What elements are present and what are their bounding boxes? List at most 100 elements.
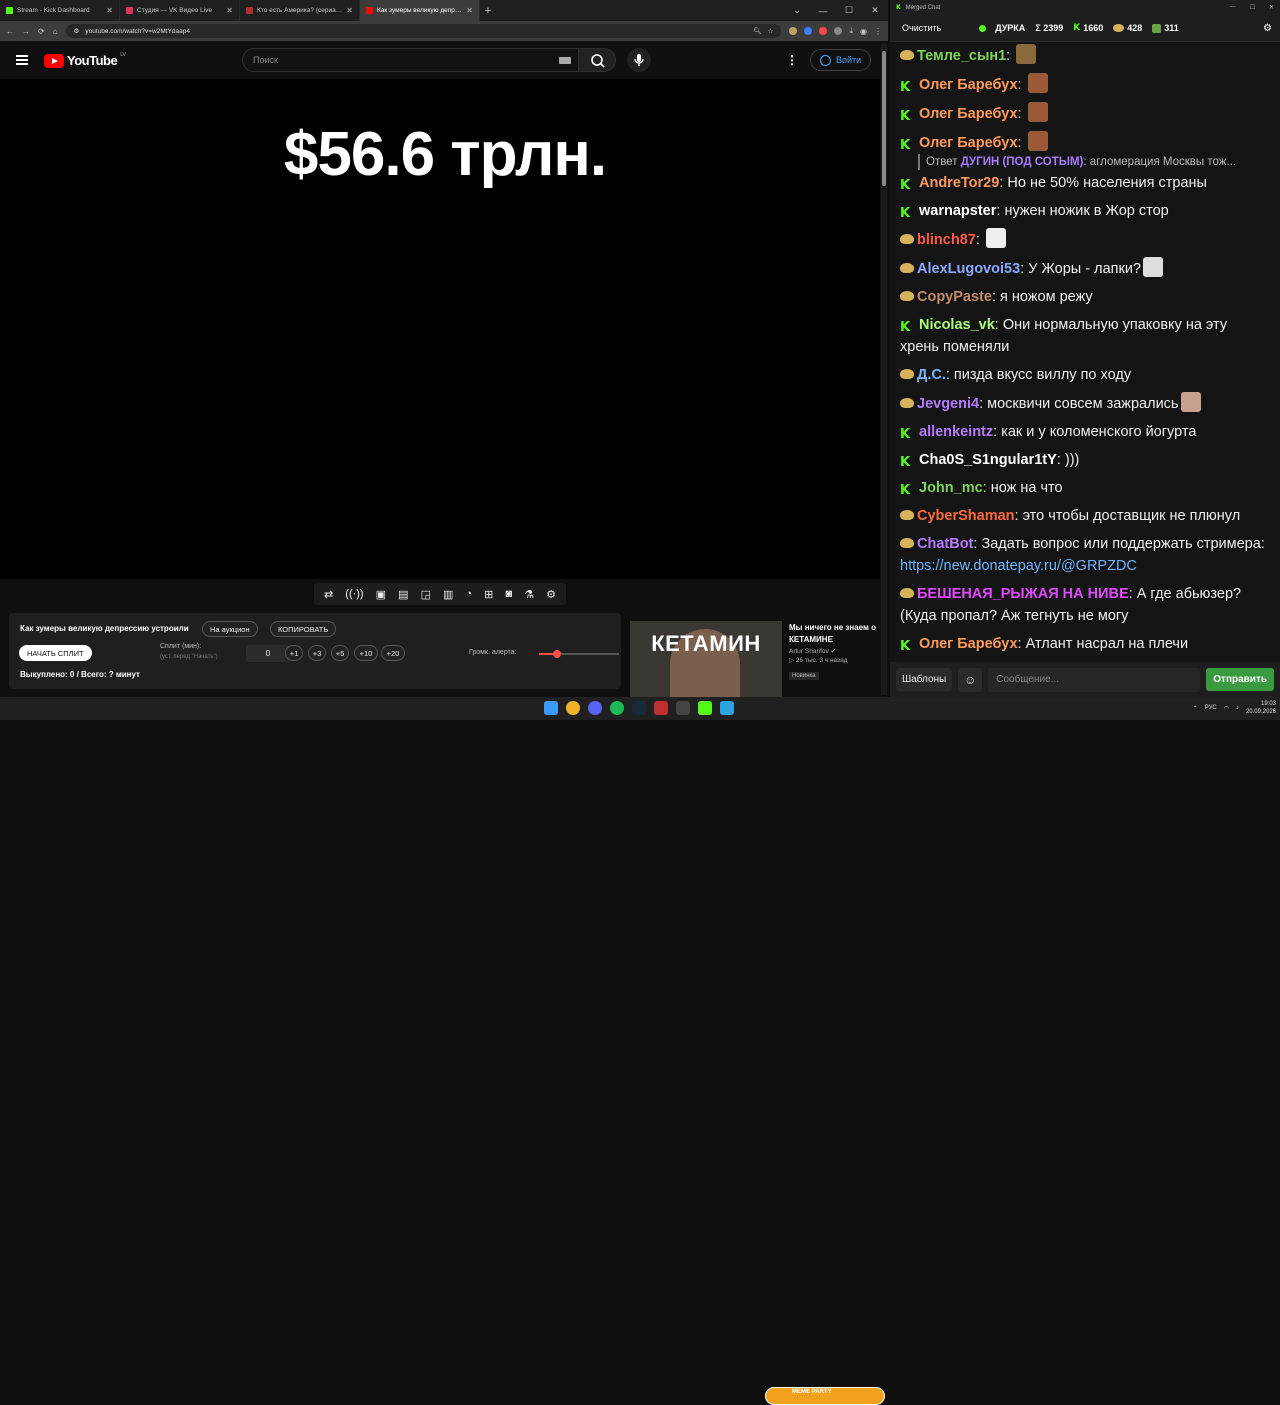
chrome-icon[interactable] [566,701,580,715]
home-icon[interactable]: ⌂ [53,27,58,36]
close-tab-icon[interactable]: ✕ [106,6,113,15]
extension-icon[interactable] [834,27,843,35]
scrollbar-thumb[interactable] [882,51,886,186]
chat-username[interactable]: БЕШЕНАЯ_РЫЖАЯ НА НИВЕ [917,586,1129,602]
chat-username[interactable]: Jevgeni4 [917,396,979,412]
recommended-author[interactable]: Artur Sharifov ✔ [789,647,879,655]
chat-username[interactable]: Темле_сын1 [917,48,1006,64]
reload-icon[interactable]: ⟳ [38,27,45,36]
video-player[interactable]: $56.6 трлн. [0,79,880,579]
slider-knob[interactable] [553,650,562,658]
flask-icon[interactable]: ⚗ [524,588,534,601]
increment-5-button[interactable]: +5 [331,645,349,661]
forward-icon[interactable]: → [22,27,30,36]
add-frame-icon[interactable]: ⊞ [484,588,493,601]
maximize-icon[interactable]: ☐ [836,5,862,16]
chat-username[interactable]: AndreTor29 [919,175,999,191]
language-indicator[interactable]: РУС [1205,705,1217,711]
close-window-icon[interactable]: ✕ [862,5,888,16]
increment-3-button[interactable]: +3 [308,645,326,661]
search-button[interactable] [578,48,616,72]
close-window-icon[interactable]: ✕ [1269,4,1274,11]
chat-username[interactable]: Олег Баребух [919,77,1018,93]
minimize-icon[interactable]: — [1230,4,1236,11]
spotify-icon[interactable] [610,701,624,715]
copy-button[interactable]: КОПИРОВАТЬ [270,621,337,637]
increment-20-button[interactable]: +20 [381,645,405,661]
recommended-title[interactable]: Мы ничего не знаем о КЕТАМИНЕ [789,622,879,646]
zoom-icon[interactable]: 🔍︎ [753,27,761,35]
chat-username[interactable]: ChatBot [917,536,973,552]
clear-chat-button[interactable]: Очистить [898,20,945,36]
recommended-info[interactable]: Мы ничего не знаем о КЕТАМИНЕ Artur Shar… [789,622,879,682]
app-icon[interactable] [654,701,668,715]
wifi-icon[interactable]: ◠ [1224,705,1229,712]
chat-username[interactable]: Олег Баребух [919,135,1018,151]
volume-icon[interactable]: ♪ [1236,705,1239,711]
keyboard-icon[interactable] [559,57,571,64]
tab-vk-studio[interactable]: Студия — VK Видео Live ✕ [120,0,240,21]
chat-username[interactable]: Cha0S_S1ngular1tY [919,452,1057,468]
chat-settings-icon[interactable]: ⚙ [1263,23,1272,34]
to-auction-button[interactable]: На аукцион [202,621,258,637]
sign-in-button[interactable]: Войти [810,49,872,71]
start-split-button[interactable]: НАЧАТЬ СПЛИТ [19,645,92,661]
meme-party-widget[interactable]: MEME PARTY [765,1387,885,1405]
picture-in-picture-icon[interactable]: ◲ [421,588,431,601]
increment-1-button[interactable]: +1 [285,645,303,661]
reply-preview[interactable]: Ответ ДУГИН (ПОД СОТЫМ): агломерация Мос… [918,154,1263,170]
chat-username[interactable]: Д.С. [917,367,946,383]
minimize-icon[interactable]: — [810,6,836,16]
more-options-icon[interactable]: ⋮ [786,53,798,67]
extension-icon[interactable] [804,27,813,35]
emoji-picker-icon[interactable]: ☺ [958,667,983,692]
message-input[interactable]: Сообщение... [988,667,1201,692]
settings-gear-icon[interactable]: ⚙ [546,588,556,601]
increment-10-button[interactable]: +10 [354,645,378,661]
obs-icon[interactable] [676,701,690,715]
recommended-thumbnail[interactable]: КЕТАМИН [630,621,782,697]
broadcast-icon[interactable]: ((·)) [345,588,363,600]
bookmark-star-icon[interactable]: ☆ [768,27,774,35]
chat-username[interactable]: allenkeintz [919,424,993,440]
send-button[interactable]: Отправить [1206,668,1274,691]
clock[interactable]: 19:03 20.09.2026 [1246,700,1276,716]
url-field[interactable]: ⚙ youtube.com/watch?v=w2MtYdaap4 🔍︎ ☆ [65,24,782,38]
tray-expand-icon[interactable]: ⌃ [1193,705,1198,712]
discord-icon[interactable] [588,701,602,715]
alert-volume-slider[interactable] [539,650,619,658]
back-icon[interactable]: ← [6,27,14,36]
close-tab-icon[interactable]: ✕ [346,6,353,15]
close-tab-icon[interactable]: ✕ [466,6,473,15]
tab-youtube-active[interactable]: Как зумеры великую депресс... ✕ [360,0,480,21]
loop-icon[interactable]: ⇄ [324,588,333,601]
page-scrollbar[interactable] [881,43,887,695]
clapperboard-icon[interactable]: ▤ [398,588,408,601]
extension-icon[interactable] [789,27,798,35]
search-input[interactable]: Поиск [242,48,582,72]
steam-icon[interactable] [632,701,646,715]
telegram-icon[interactable] [720,701,734,715]
chat-username[interactable]: CyberShaman [917,508,1015,524]
templates-button[interactable]: Шаблоны [896,668,953,691]
site-info-icon[interactable]: ⚙ [74,27,80,35]
hamburger-menu-icon[interactable] [16,55,28,65]
speed-gauge-icon[interactable]: ◔ [465,588,472,600]
windows-start-icon[interactable] [544,701,558,715]
chat-username[interactable]: Олег Баребух [919,636,1018,652]
camera-icon[interactable]: ◙ [505,588,512,600]
maximize-icon[interactable]: ☐ [1250,4,1255,11]
close-tab-icon[interactable]: ✕ [226,6,233,15]
tab-search-icon[interactable]: ⌄ [784,5,810,16]
screen-eye-icon[interactable]: ▣ [376,588,386,601]
profile-icon[interactable]: ◉ [860,27,867,36]
film-strip-icon[interactable]: ▥ [443,588,453,601]
extension-icon[interactable] [819,27,828,35]
youtube-logo[interactable]: YouTube LV [44,52,126,68]
chat-username[interactable]: CopyPaste [917,289,992,305]
chat-username[interactable]: John_mc [919,480,983,496]
kick-app-icon[interactable] [698,701,712,715]
voice-search-button[interactable] [627,48,651,72]
tab-america[interactable]: Кто есть Америка? (сериал, 1... ✕ [240,0,360,21]
new-tab-button[interactable]: + [480,5,496,17]
